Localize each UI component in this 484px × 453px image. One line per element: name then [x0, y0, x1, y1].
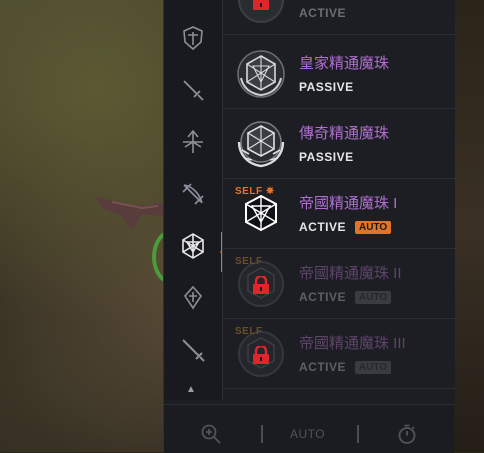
category-sidebar: ▲	[164, 0, 226, 400]
skill-row[interactable]: 傳奇精通魔珠 PASSIVE	[223, 110, 455, 179]
lock-icon	[253, 0, 269, 10]
skill-type: ACTIVE	[299, 220, 347, 234]
self-tag: SELF ✵	[235, 186, 275, 197]
category-ward-crest[interactable]	[175, 280, 211, 316]
lock-icon	[253, 276, 269, 294]
lock-icon	[253, 346, 269, 364]
category-shield-crest[interactable]	[175, 20, 211, 56]
skill-type: ACTIVE	[299, 6, 347, 20]
crossbow-icon	[182, 183, 204, 205]
skill-type: ACTIVE	[299, 360, 347, 374]
skill-type: PASSIVE	[299, 80, 354, 94]
toolbar-divider	[357, 425, 359, 443]
scroll-up-icon[interactable]: ▲	[186, 384, 196, 395]
auto-badge: AUTO	[355, 361, 392, 374]
category-greatsword[interactable]	[175, 332, 211, 368]
auto-badge: AUTO	[355, 291, 392, 304]
sun-icon: ✵	[265, 186, 275, 197]
category-crossbow[interactable]	[175, 176, 211, 212]
skill-name: 帝國精通魔珠 III	[299, 335, 406, 352]
skill-type: ACTIVE	[299, 290, 347, 304]
skill-name: 傳奇精通魔珠	[299, 125, 390, 142]
category-d20-crest[interactable]	[175, 228, 211, 264]
skill-row[interactable]: SELF 帝國精通魔珠 III ACTIVE AUTO	[223, 320, 455, 389]
category-dagger[interactable]	[175, 72, 211, 108]
skill-emblem	[235, 118, 287, 170]
greatsword-icon	[182, 339, 205, 362]
skill-row[interactable]: SELF 帝國精通魔珠 II ACTIVE AUTO	[223, 250, 455, 319]
d20-winged-emblem-icon	[237, 121, 285, 168]
skill-name: 帝國精通魔珠 I	[299, 195, 398, 212]
bottom-toolbar: AUTO	[164, 404, 454, 453]
skill-name: 帝國精通魔珠 II	[299, 265, 402, 282]
skill-row[interactable]: ACTIVE	[223, 0, 455, 35]
skill-row[interactable]: 皇家精通魔珠 PASSIVE	[223, 40, 455, 109]
category-bow[interactable]	[175, 124, 211, 160]
auto-badge[interactable]: AUTO	[355, 221, 392, 234]
dagger-icon	[183, 80, 204, 101]
skill-row[interactable]: SELF ✵ 帝國精通魔珠 I ACTIVE AUTO	[223, 180, 455, 249]
self-tag: SELF	[235, 256, 263, 267]
skill-type: PASSIVE	[299, 150, 354, 164]
crossed-bow-icon	[183, 129, 203, 153]
ward-crest-icon	[183, 285, 203, 310]
skill-emblem	[235, 48, 287, 100]
skill-panel: ▲ ACTIVE 皇家精通魔珠 PASSIVE 傳奇精通魔珠 PASSIVE S…	[163, 0, 455, 453]
d20-emblem-icon	[237, 50, 285, 98]
d20-crest-icon	[182, 233, 204, 259]
skill-name: 皇家精通魔珠	[299, 55, 390, 72]
toolbar-divider	[261, 425, 263, 443]
shield-crest-icon	[183, 26, 203, 51]
self-tag: SELF	[235, 326, 263, 337]
zoom-in-icon[interactable]	[200, 423, 222, 445]
game-world-edge	[452, 0, 484, 452]
stopwatch-icon[interactable]	[396, 423, 418, 445]
skill-list: ACTIVE 皇家精通魔珠 PASSIVE 傳奇精通魔珠 PASSIVE SEL…	[222, 0, 455, 400]
auto-toggle-button[interactable]: AUTO	[290, 427, 325, 441]
